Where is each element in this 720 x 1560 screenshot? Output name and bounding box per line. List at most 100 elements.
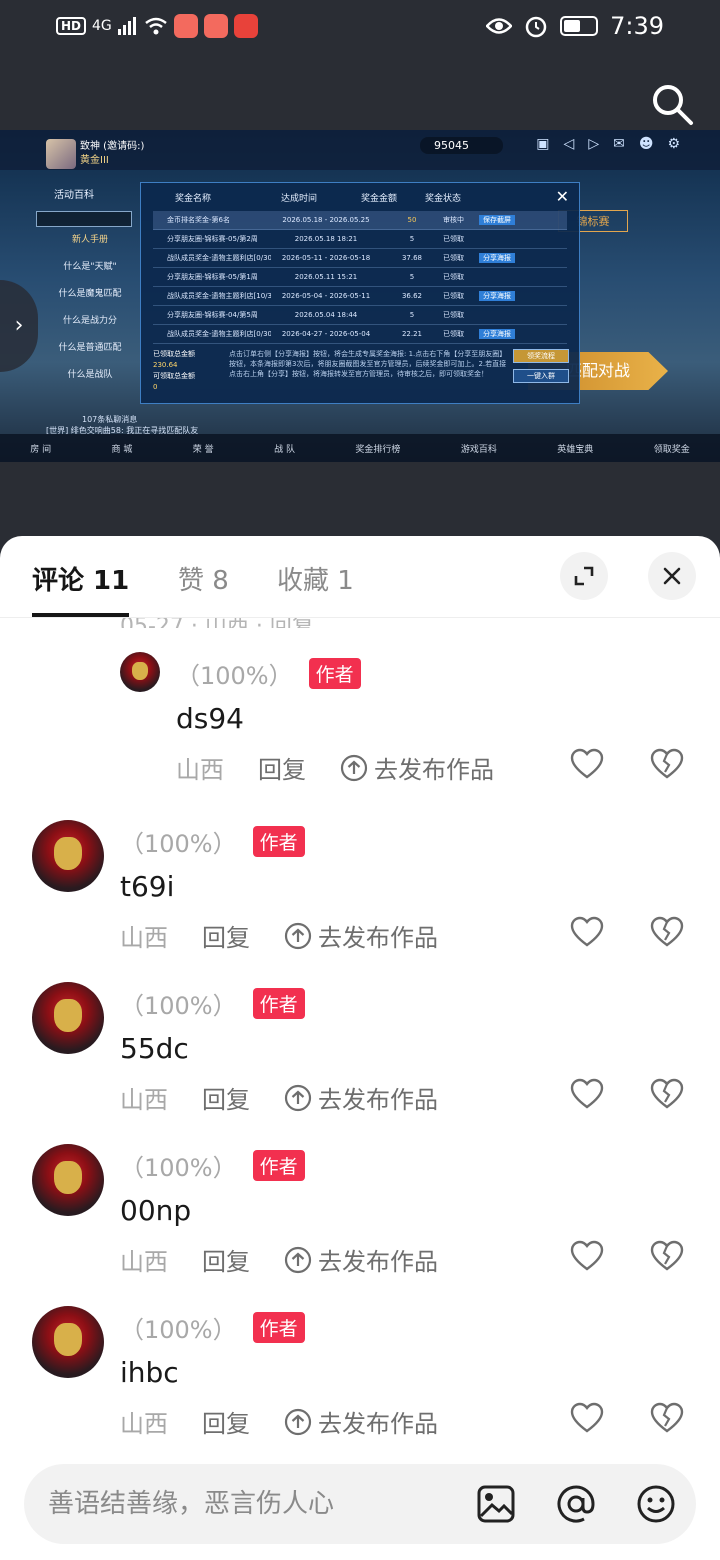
comment-percent: （100%） <box>120 830 237 858</box>
avatar[interactable] <box>120 652 160 692</box>
publish-label: 去发布作品 <box>318 1248 438 1276</box>
modal-cell: 已领取 <box>443 311 464 319</box>
comment-text[interactable]: ds94 <box>176 702 244 735</box>
game-nav-item: 战 队 <box>274 444 295 455</box>
broken-heart-icon[interactable] <box>650 1240 684 1272</box>
player-rank: 黄金III <box>80 155 109 166</box>
tab-likes[interactable]: 赞 8 <box>178 560 229 597</box>
heart-icon[interactable] <box>570 916 604 948</box>
publish-label: 去发布作品 <box>374 756 494 784</box>
modal-row: 分享朋友圈-锦标赛-04/第5周 2026.05.04 18:44 5 已领取 <box>153 306 567 325</box>
modal-cell: 分享朋友圈-锦标赛-04/第5周 <box>167 311 258 319</box>
comment-location: 山西 <box>120 1410 168 1438</box>
heart-icon[interactable] <box>570 1240 604 1272</box>
broken-heart-icon[interactable] <box>650 1402 684 1434</box>
comment-location: 山西 <box>120 924 168 952</box>
reply-button[interactable]: 回复 <box>202 1404 250 1439</box>
reward-modal-header: 奖金名称 达成时间 奖金金额 奖金状态 <box>141 183 579 211</box>
comment-input[interactable] <box>48 1482 448 1526</box>
tab-comments[interactable]: 评论 11 <box>32 560 129 597</box>
modal-cell: 5 <box>409 273 415 281</box>
broken-heart-icon[interactable] <box>650 916 684 948</box>
comment-input-bar <box>24 1464 696 1544</box>
publish-label: 去发布作品 <box>318 1086 438 1114</box>
reply-button[interactable]: 回复 <box>258 750 306 785</box>
avatar[interactable] <box>32 1144 104 1216</box>
search-icon[interactable] <box>650 82 694 126</box>
modal-cell-button: 保存截屏 <box>479 215 515 225</box>
expand-button[interactable] <box>560 552 608 600</box>
comment-item: （100%） 作者 ds94 山西 回复 去发布作品 <box>0 650 720 800</box>
status-time: 7:39 <box>610 12 664 40</box>
player-name: 致神 (邀请码:) <box>80 141 145 152</box>
upload-icon <box>284 1246 312 1273</box>
comment-text[interactable]: ihbc <box>120 1356 179 1389</box>
publish-button[interactable]: 去发布作品 <box>284 918 438 953</box>
coin-counter: 95045 <box>420 137 503 154</box>
wifi-icon <box>145 17 167 35</box>
app-badge-icon-2 <box>203 14 228 38</box>
avatar[interactable] <box>32 1306 104 1378</box>
reply-button[interactable]: 回复 <box>202 1080 250 1115</box>
game-menu-item: 什么是战队 <box>67 370 113 380</box>
at-icon[interactable] <box>556 1484 596 1524</box>
close-icon: ✕ <box>555 187 569 206</box>
game-top-bar: 致神 (邀请码:) 黄金III 95045 ▣ ◁ ▷ ✉ ☻ ⚙ <box>0 130 720 170</box>
comment-item: （100%） 作者 t69i 山西 回复 去发布作品 <box>0 820 720 970</box>
status-left: HD 4G <box>56 14 258 38</box>
comment-meta: （100%） 作者 <box>120 1310 305 1345</box>
publish-button[interactable]: 去发布作品 <box>284 1242 438 1277</box>
modal-row: 分享朋友圈-锦标赛-05/第1周 2026.05.11 15:21 5 已领取 <box>153 268 567 287</box>
publish-button[interactable]: 去发布作品 <box>284 1080 438 1115</box>
modal-row: 金币排名奖金-第6名 2026.05.18 - 2026.05.25 50 审核… <box>153 211 567 230</box>
comment-meta: （100%） 作者 <box>120 986 305 1021</box>
reply-button[interactable]: 回复 <box>202 1242 250 1277</box>
reply-button[interactable]: 回复 <box>202 918 250 953</box>
avatar[interactable] <box>32 820 104 892</box>
status-bar: HD 4G 7:39 <box>0 0 720 56</box>
broken-heart-icon[interactable] <box>650 748 684 780</box>
author-tag: 作者 <box>252 988 305 1019</box>
received-label: 已领取总金额 <box>153 350 195 358</box>
game-screenshot[interactable]: 致神 (邀请码:) 黄金III 95045 ▣ ◁ ▷ ✉ ☻ ⚙ 活动百科 新… <box>0 130 720 462</box>
emoji-icon[interactable] <box>636 1484 676 1524</box>
modal-cell: 50 <box>407 216 417 224</box>
partial-comment-text: 05-27 · 山西 · 回复 <box>120 618 314 628</box>
play-icon: ▷ <box>588 136 600 152</box>
modal-cell: 已领取 <box>443 273 464 281</box>
expand-icon <box>574 566 594 586</box>
game-nav-item: 奖金排行榜 <box>355 444 401 455</box>
comment-text[interactable]: 55dc <box>120 1032 189 1065</box>
comment-percent: （100%） <box>120 1316 237 1344</box>
modal-cell: 5 <box>409 311 415 319</box>
alarm-icon <box>525 16 547 38</box>
friends-icon: ☻ <box>638 136 654 152</box>
heart-icon[interactable] <box>570 748 604 780</box>
publish-button[interactable]: 去发布作品 <box>340 750 494 785</box>
avatar[interactable] <box>32 982 104 1054</box>
modal-cell: 2026.05.18 - 2026.05.25 <box>282 216 370 224</box>
modal-cell: 22.21 <box>401 330 423 338</box>
broken-heart-icon[interactable] <box>650 1078 684 1110</box>
signal-icon <box>117 17 136 35</box>
modal-cell: 战队成员奖金-遗物主题利店[0/30] <box>167 330 271 338</box>
comment-text[interactable]: t69i <box>120 870 174 903</box>
tab-favorites[interactable]: 收藏 1 <box>277 560 354 597</box>
publish-button[interactable]: 去发布作品 <box>284 1404 438 1439</box>
close-button[interactable] <box>648 552 696 600</box>
battery-icon <box>560 16 599 36</box>
image-icon[interactable] <box>476 1484 516 1524</box>
reward-modal: 奖金名称 达成时间 奖金金额 奖金状态 ✕ 金币排名奖金-第6名 2026.05… <box>140 182 580 404</box>
modal-cell: 金币排名奖金-第6名 <box>167 216 230 224</box>
comment-meta: （100%） 作者 <box>120 824 305 859</box>
comment-text[interactable]: 00np <box>120 1194 191 1227</box>
heart-icon[interactable] <box>570 1078 604 1110</box>
reward-summary: 已领取总金额 230.64 可领取总金额 0 <box>153 349 223 397</box>
comment-location: 山西 <box>176 756 224 784</box>
modal-cell: 分享朋友圈-锦标赛-05/第2周 <box>167 235 258 243</box>
chevron-right-icon[interactable]: › <box>0 280 38 372</box>
modal-cell: 分享朋友圈-锦标赛-05/第1周 <box>167 273 258 281</box>
author-tag: 作者 <box>252 1312 305 1343</box>
game-chat: 107条私聊消息 [世界] 绯色交响曲58: 我正在寻找匹配队友 <box>46 414 198 436</box>
heart-icon[interactable] <box>570 1402 604 1434</box>
